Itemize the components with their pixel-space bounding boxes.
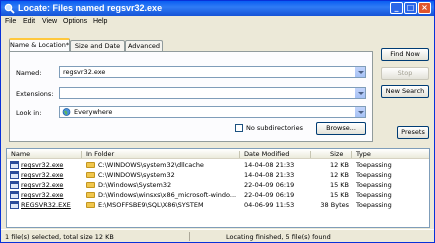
named-value: regsvr32.exe (63, 68, 106, 76)
result-name: regsvr32.exe (21, 181, 64, 189)
executable-file-icon (10, 191, 19, 199)
result-size: 38 Bytes (320, 201, 349, 209)
column-date-modified[interactable]: Date Modified (244, 150, 289, 158)
globe-icon (62, 108, 71, 116)
lookin-value: Everywhere (74, 108, 113, 116)
new-search-button[interactable]: New Search (381, 85, 429, 98)
result-type: Toepassing (356, 171, 392, 179)
column-in-folder[interactable]: In Folder (86, 150, 114, 158)
close-button[interactable]: × (418, 2, 431, 14)
result-type: Toepassing (356, 191, 392, 199)
result-date: 04-06-99 11:53 (244, 201, 295, 209)
stop-button[interactable]: Stop (381, 67, 429, 80)
result-date: 22-04-09 06:19 (244, 181, 295, 189)
extensions-label: Extensions: (16, 90, 54, 98)
menu-file[interactable]: File (5, 18, 16, 25)
title-bar[interactable]: Locate: Files named regsvr32.exe _ □ × (1, 1, 434, 16)
result-row[interactable]: regsvr32.exe C:\WINDOWS\system32\dllcach… (7, 160, 429, 170)
result-size: 15 KB (329, 191, 349, 199)
menu-options[interactable]: Options (63, 18, 87, 25)
lookin-select[interactable]: Everywhere (59, 106, 366, 118)
result-row[interactable]: regsvr32.exe D:\Windows\System32 22-04-0… (7, 180, 429, 190)
menu-bar: File Edit View Options Help (1, 16, 434, 28)
folder-icon (86, 162, 95, 168)
named-dropdown-arrow-icon[interactable] (354, 67, 365, 77)
named-input[interactable]: regsvr32.exe (59, 66, 366, 78)
executable-file-icon (10, 161, 19, 169)
result-size: 12 KB (329, 171, 349, 179)
lookin-label: Look in: (16, 109, 42, 117)
result-folder: C:\WINDOWS\system32 (98, 171, 175, 179)
folder-icon (86, 182, 95, 188)
executable-file-icon (10, 201, 19, 209)
menu-help[interactable]: Help (93, 18, 107, 25)
result-name: regsvr32.exe (21, 161, 64, 169)
locate-window: Locate: Files named regsvr32.exe _ □ × F… (0, 0, 435, 243)
extensions-input[interactable] (59, 87, 366, 99)
close-icon: × (421, 3, 428, 12)
result-name: regsvr32.exe (21, 171, 64, 179)
result-folder: C:\WINDOWS\system32\dllcache (98, 161, 204, 169)
find-now-button[interactable]: Find Now (381, 48, 429, 61)
no-subdirectories-label[interactable]: No subdirectories (246, 124, 303, 132)
column-name[interactable]: Name (11, 150, 30, 158)
executable-file-icon (10, 181, 19, 189)
result-row[interactable]: REGSVR32.EXE E:\MSOFFSBE9\SQL\X86\SYSTEM… (7, 200, 429, 210)
result-date: 14-04-08 21:33 (244, 161, 295, 169)
result-date: 14-04-08 21:33 (244, 171, 295, 179)
result-name: REGSVR32.EXE (21, 201, 71, 209)
result-size: 15 KB (329, 181, 349, 189)
tab-advanced[interactable]: Advanced (125, 40, 163, 51)
tab-name-location[interactable]: Name & Location* (9, 38, 70, 51)
result-type: Toepassing (356, 201, 392, 209)
column-divider[interactable] (239, 151, 240, 158)
results-header: Name In Folder Date Modified Size Type (7, 149, 429, 159)
presets-button[interactable]: Presets (397, 126, 429, 139)
result-row[interactable]: regsvr32.exe C:\WINDOWS\system32 14-04-0… (7, 170, 429, 180)
menu-view[interactable]: View (42, 18, 57, 25)
maximize-icon: □ (406, 3, 415, 12)
executable-file-icon (10, 171, 19, 179)
no-subdirectories-checkbox[interactable] (235, 124, 243, 132)
result-folder: E:\MSOFFSBE9\SQL\X86\SYSTEM (98, 201, 204, 209)
column-divider[interactable] (310, 151, 311, 158)
search-criteria-panel: Named: regsvr32.exe Extensions: Look in:… (9, 51, 373, 142)
browse-button[interactable]: Browse... (316, 122, 366, 135)
menu-edit[interactable]: Edit (23, 18, 35, 25)
minimize-button[interactable]: _ (390, 2, 403, 14)
column-divider[interactable] (351, 151, 352, 158)
folder-icon (86, 192, 95, 198)
column-type[interactable]: Type (356, 150, 371, 158)
column-divider[interactable] (81, 151, 82, 158)
status-divider (189, 232, 190, 241)
status-selection: 1 file(s) selected, total size 12 KB (5, 233, 114, 241)
result-name: regsvr32.exe (21, 191, 64, 199)
named-label: Named: (16, 69, 42, 77)
status-result: Locating finished, 5 file(s) found (226, 233, 331, 241)
folder-icon (86, 202, 95, 208)
maximize-button[interactable]: □ (404, 2, 417, 14)
result-folder: D:\Windows\winsxs\x86_microsoft-windo... (98, 191, 237, 199)
results-list[interactable]: Name In Folder Date Modified Size Type r… (6, 148, 430, 228)
result-date: 22-04-09 06:19 (244, 191, 295, 199)
status-bar: 1 file(s) selected, total size 12 KB Loc… (1, 229, 434, 242)
result-size: 12 KB (329, 161, 349, 169)
lookin-dropdown-arrow-icon[interactable] (354, 107, 365, 117)
result-type: Toepassing (356, 181, 392, 189)
result-type: Toepassing (356, 161, 392, 169)
column-size[interactable]: Size (330, 150, 343, 158)
magnifier-app-icon (4, 3, 15, 14)
tab-size-date[interactable]: Size and Date (70, 40, 125, 51)
extensions-dropdown-arrow-icon[interactable] (354, 88, 365, 98)
result-row[interactable]: regsvr32.exe D:\Windows\winsxs\x86_micro… (7, 190, 429, 200)
minimize-icon: _ (394, 3, 399, 12)
folder-icon (86, 172, 95, 178)
result-folder: D:\Windows\System32 (98, 181, 172, 189)
window-title: Locate: Files named regsvr32.exe (18, 3, 163, 13)
